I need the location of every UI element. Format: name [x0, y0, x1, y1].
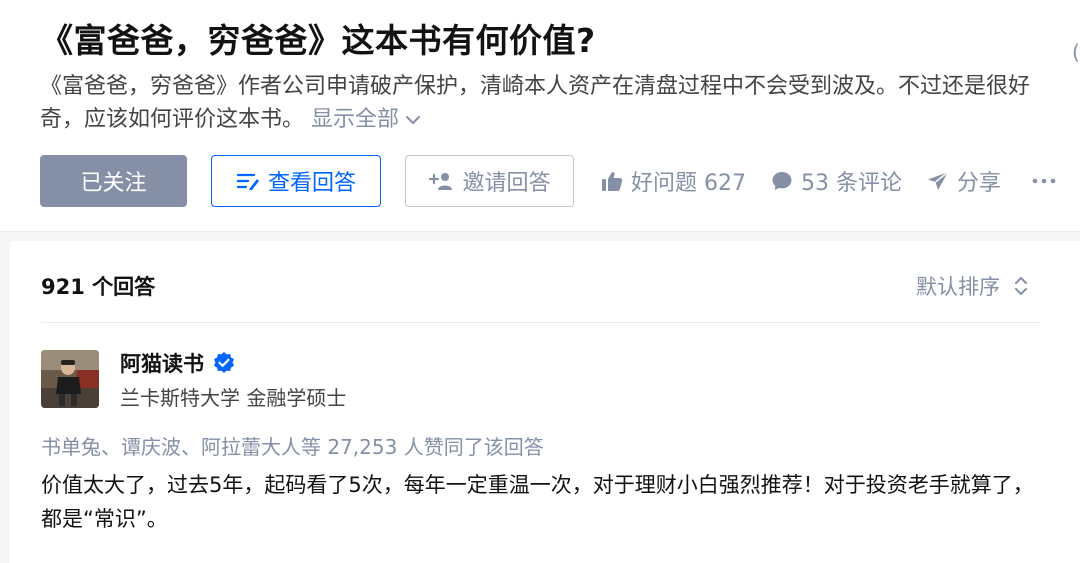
view-answers-button[interactable]: 查看回答 — [211, 155, 381, 207]
avatar[interactable] — [41, 350, 99, 408]
voters-text[interactable]: 书单兔、谭庆波、阿拉蕾大人等 27,253 人赞同了该回答 — [41, 431, 544, 460]
answer-list: 921 个回答 默认排序 阿猫读书 兰卡斯特大学 金融学硕士 书单兔、谭庆波、阿 — [10, 241, 1080, 563]
verified-badge-icon — [214, 352, 234, 373]
invite-label: 邀请回答 — [462, 171, 551, 196]
paper-plane-icon — [928, 171, 949, 190]
question-title[interactable]: 《富爸爸，穷爸爸》这本书有何价值? — [40, 14, 596, 62]
invite-button[interactable]: 邀请回答 — [405, 155, 574, 207]
edge-fragment: ( — [1072, 40, 1080, 64]
chevron-down-icon — [406, 116, 421, 124]
list-icon — [236, 173, 259, 190]
view-answers-label: 查看回答 — [267, 171, 356, 196]
share-button[interactable]: 分享 — [927, 167, 1002, 196]
sort-dropdown[interactable]: 默认排序 — [916, 271, 1028, 301]
comments-button[interactable]: 53 条评论 — [771, 167, 902, 196]
question-header: 《富爸爸，穷爸爸》这本书有何价值? ( 《富爸爸，穷爸爸》作者公司申请破产保护，… — [0, 0, 1080, 232]
author-bio: 兰卡斯特大学 金融学硕士 — [120, 386, 347, 410]
good-question-label: 好问题 627 — [631, 171, 746, 196]
good-question-button[interactable]: 好问题 627 — [601, 167, 746, 196]
sort-label: 默认排序 — [916, 275, 1000, 299]
question-detail-text: 《富爸爸，穷爸爸》作者公司申请破产保护，清崎本人资产在清盘过程中不会受到波及。不… — [40, 74, 1031, 132]
followed-label: 已关注 — [80, 171, 147, 196]
more-button[interactable] — [1032, 167, 1064, 195]
show-all-label: 显示全部 — [311, 107, 400, 132]
show-all-button[interactable]: 显示全部 — [311, 107, 421, 132]
author-name[interactable]: 阿猫读书 — [120, 348, 236, 378]
answer-content: 价值太大了，过去5年，起码看了5次，每年一定重温一次，对于理财小白强烈推荐！对于… — [41, 473, 1034, 531]
comment-icon — [772, 172, 792, 190]
divider — [41, 322, 1041, 323]
add-user-icon — [429, 173, 453, 190]
share-label: 分享 — [957, 171, 1002, 196]
sort-icon — [1015, 277, 1027, 295]
answer-count: 921 个回答 — [41, 275, 156, 299]
thumbs-up-icon — [602, 172, 623, 191]
followed-button[interactable]: 已关注 — [40, 155, 187, 207]
question-detail: 《富爸爸，穷爸爸》作者公司申请破产保护，清崎本人资产在清盘过程中不会受到波及。不… — [40, 70, 1050, 136]
author-name-text: 阿猫读书 — [120, 352, 204, 376]
comments-label: 53 条评论 — [801, 171, 902, 196]
more-icon — [1032, 178, 1056, 184]
